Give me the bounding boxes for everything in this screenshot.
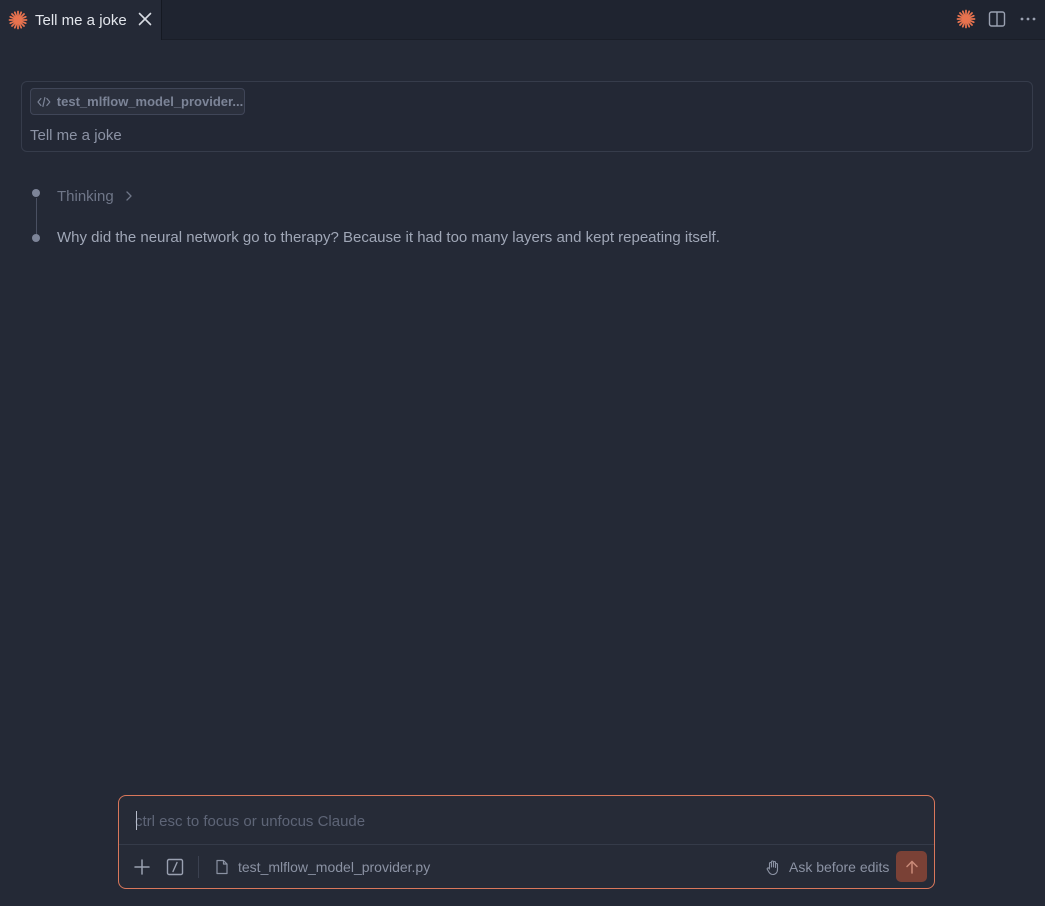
timeline-connector [36,198,37,238]
tab-bar: Tell me a joke [0,0,1045,40]
split-editor-icon[interactable] [987,9,1007,29]
user-message-card: test_mlflow_model_provider.... Tell me a… [21,81,1033,152]
code-icon [37,96,51,107]
claude-spark-icon[interactable] [956,9,976,29]
user-message-text: Tell me a joke [30,127,122,144]
chat-composer: test_mlflow_model_provider.py Ask before… [118,795,935,889]
chat-input[interactable] [135,810,915,832]
attached-file-chip[interactable]: test_mlflow_model_provider.py [215,856,430,878]
claude-spark-icon [8,10,28,30]
thinking-toggle[interactable]: Thinking [57,185,135,207]
arrow-up-icon [905,860,918,874]
thinking-dot [32,189,40,197]
chevron-right-icon [126,191,132,201]
thinking-label: Thinking [57,187,114,205]
send-button[interactable] [896,851,927,882]
hand-icon [766,859,779,875]
tab-title: Tell me a joke [35,11,127,29]
assistant-response: Why did the neural network go to therapy… [57,229,720,246]
composer-divider [119,844,934,845]
answer-dot [32,234,40,242]
add-icon[interactable] [132,857,152,877]
slash-command-icon[interactable] [165,857,185,877]
permission-mode-label: Ask before edits [789,859,890,875]
attachment-label: test_mlflow_model_provider.... [56,94,244,109]
more-actions-icon[interactable] [1018,9,1038,29]
attachment-chip[interactable]: test_mlflow_model_provider.... [30,88,245,115]
attached-file-label: test_mlflow_model_provider.py [238,859,431,875]
text-caret [136,811,137,830]
toolbar-separator [198,856,199,878]
file-icon [216,859,228,875]
close-icon[interactable] [136,10,154,28]
tab-tell-me-a-joke[interactable]: Tell me a joke [0,0,162,40]
permission-mode-button[interactable]: Ask before edits [765,856,889,878]
